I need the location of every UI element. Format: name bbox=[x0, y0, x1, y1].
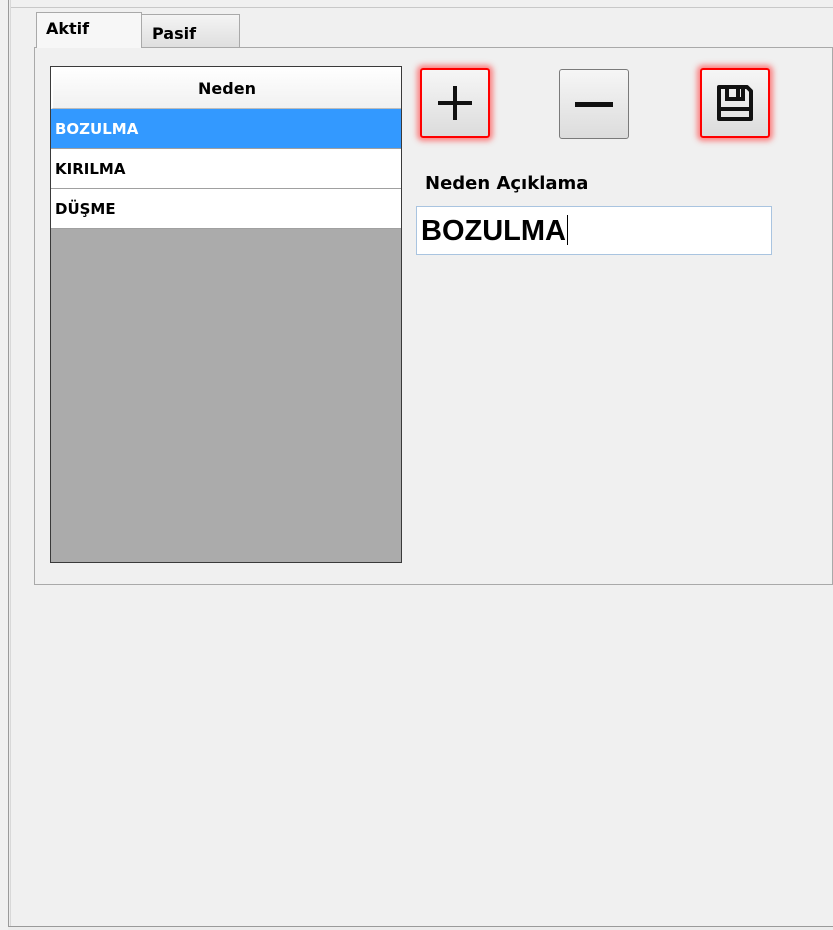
remove-button[interactable] bbox=[559, 69, 629, 139]
window-left-frame bbox=[8, 0, 11, 930]
tab-aktif[interactable]: Aktif bbox=[36, 12, 142, 48]
grid-row[interactable]: KIRILMA bbox=[51, 149, 401, 189]
tab-aktif-label: Aktif bbox=[46, 19, 90, 38]
tab-pasif-label: Pasif bbox=[152, 24, 197, 43]
reason-grid[interactable]: Neden BOZULMA KIRILMA DÜŞME bbox=[50, 66, 402, 563]
window-bottom-frame bbox=[8, 926, 833, 930]
reason-description-input[interactable]: BOZULMA bbox=[416, 206, 772, 255]
minus-icon bbox=[575, 102, 613, 107]
reason-description-value: BOZULMA bbox=[421, 215, 566, 247]
floppy-disk-icon bbox=[717, 85, 753, 121]
grid-column-header[interactable]: Neden bbox=[51, 67, 401, 109]
plus-icon bbox=[438, 86, 472, 120]
text-caret bbox=[566, 215, 568, 245]
grid-row[interactable]: BOZULMA bbox=[51, 109, 401, 149]
tab-pasif[interactable]: Pasif bbox=[141, 14, 240, 48]
add-button[interactable] bbox=[420, 68, 490, 138]
save-button[interactable] bbox=[700, 68, 770, 138]
grid-row[interactable]: DÜŞME bbox=[51, 189, 401, 229]
window: Pasif Aktif Neden BOZULMA KIRILMA DÜŞME … bbox=[0, 0, 833, 930]
reason-description-label: Neden Açıklama bbox=[425, 173, 589, 194]
window-top-frame bbox=[8, 0, 833, 8]
